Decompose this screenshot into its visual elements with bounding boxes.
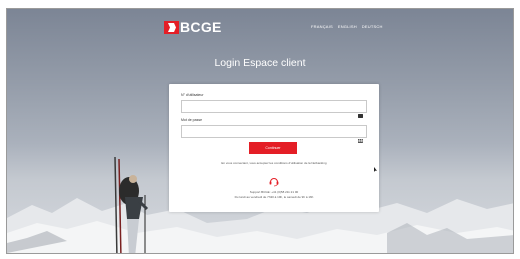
username-label: N° d'utilisateur bbox=[181, 93, 204, 97]
terms-consent-text: En vous connectant, vous acceptez les co… bbox=[221, 161, 327, 165]
password-label: Mot de passe bbox=[181, 118, 203, 122]
page-title: Login Espace client bbox=[214, 57, 306, 69]
id-card-icon bbox=[358, 105, 363, 118]
username-field[interactable] bbox=[181, 100, 367, 118]
lang-francais-link[interactable]: FRANÇAIS bbox=[311, 24, 333, 29]
bcge-logo[interactable]: BCGE bbox=[164, 19, 222, 35]
support-hours-text: Du lundi au vendredi de 7h30 à 19h, le s… bbox=[234, 195, 314, 199]
lang-english-link[interactable]: ENGLISH bbox=[338, 24, 357, 29]
browser-viewport: BCGE FRANÇAIS ENGLISH DEUTSCH Login Espa… bbox=[6, 8, 514, 254]
login-card: N° d'utilisateur Mot de passe Continuer bbox=[169, 84, 379, 212]
language-switcher: FRANÇAIS ENGLISH DEUTSCH bbox=[311, 24, 383, 29]
lang-deutsch-link[interactable]: DEUTSCH bbox=[362, 24, 383, 29]
password-field[interactable] bbox=[181, 125, 367, 143]
support-phone-text: Support BCGE: +41 (0)58 211 21 00 bbox=[249, 190, 299, 194]
keypad-icon[interactable] bbox=[358, 130, 363, 143]
headset-icon bbox=[268, 174, 280, 187]
site-header: BCGE FRANÇAIS ENGLISH DEUTSCH bbox=[7, 9, 513, 43]
logo-text: BCGE bbox=[180, 19, 222, 35]
skier-illustration bbox=[114, 157, 149, 253]
bcge-key-icon bbox=[164, 20, 179, 34]
continue-button[interactable]: Continuer bbox=[249, 142, 297, 154]
mouse-cursor-icon bbox=[374, 167, 377, 172]
